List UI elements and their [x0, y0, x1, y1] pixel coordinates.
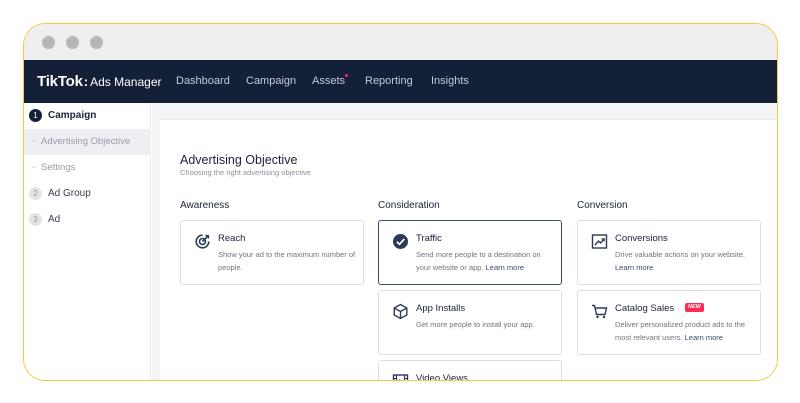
step-number: 2	[29, 187, 42, 200]
step-label: Ad	[48, 214, 61, 225]
window-control-minimize[interactable]	[66, 36, 79, 49]
brand-name: TikTok	[37, 73, 83, 90]
card-description: Get more people to install your app.	[416, 320, 535, 329]
column-heading-conversion: Conversion	[577, 200, 628, 211]
substep-label: Settings	[41, 162, 76, 173]
step-sidebar: 1 Campaign - Advertising Objective - Set…	[24, 103, 151, 380]
app-window: TikTok: Ads Manager Dashboard Campaign As…	[23, 23, 778, 381]
objective-card-reach[interactable]: Reach Show your ad to the maximum number…	[180, 220, 364, 285]
window-control-close[interactable]	[42, 36, 55, 49]
main-content: Advertising Objective Choosing the right…	[152, 103, 777, 381]
step-number: 1	[29, 109, 42, 122]
step-campaign[interactable]: 1 Campaign	[24, 103, 151, 129]
card-title: App Installs	[416, 303, 466, 314]
substep-advertising-objective[interactable]: - Advertising Objective	[24, 129, 151, 155]
panel-top-divider	[160, 115, 777, 120]
step-label: Campaign	[48, 110, 97, 121]
card-description: Drive valuable actions on your website. …	[615, 248, 755, 274]
top-navigation: TikTok: Ads Manager Dashboard Campaign As…	[24, 60, 777, 103]
product-name: Ads Manager	[90, 75, 162, 89]
nav-insights[interactable]: Insights	[431, 75, 469, 87]
step-ad-group[interactable]: 2 Ad Group	[24, 181, 151, 207]
nav-reporting[interactable]: Reporting	[365, 75, 413, 87]
window-titlebar	[24, 24, 777, 60]
brand-logo[interactable]: TikTok: Ads Manager	[37, 73, 161, 91]
card-title: Reach	[218, 233, 246, 244]
cart-icon	[591, 303, 608, 320]
card-title: Video Views	[416, 373, 468, 381]
step-label: Ad Group	[48, 188, 91, 199]
trend-chart-icon	[591, 233, 608, 250]
column-heading-consideration: Consideration	[378, 200, 440, 211]
nav-assets[interactable]: Assets	[312, 75, 345, 87]
cube-icon	[392, 303, 409, 320]
card-title: Catalog Sales	[615, 303, 675, 314]
objective-panel: Advertising Objective Choosing the right…	[160, 115, 777, 381]
learn-more-link[interactable]: Learn more	[486, 263, 524, 272]
nav-campaign[interactable]: Campaign	[246, 75, 296, 87]
learn-more-link[interactable]: Learn more	[615, 263, 653, 272]
substep-settings[interactable]: - Settings	[24, 155, 151, 181]
objective-card-app-installs[interactable]: App Installs Get more people to install …	[378, 290, 562, 355]
brand-separator: :	[83, 74, 89, 89]
assets-notification-dot	[345, 74, 348, 77]
card-description: Deliver personalized product ads to the …	[615, 318, 755, 344]
learn-more-link[interactable]: Learn more	[685, 333, 723, 342]
card-description: Show your ad to the maximum number of pe…	[218, 250, 356, 272]
target-icon	[194, 233, 211, 250]
film-icon	[392, 373, 409, 380]
page-subtitle: Choosing the right advertising objective	[180, 168, 311, 177]
card-description-text: Drive valuable actions on your website.	[615, 250, 746, 259]
page-title: Advertising Objective	[180, 153, 298, 167]
objective-card-traffic[interactable]: Traffic Send more people to a destinatio…	[378, 220, 562, 285]
objective-card-catalog-sales[interactable]: Catalog Sales NEW Deliver personalized p…	[577, 290, 761, 355]
substep-bullet: -	[32, 162, 36, 173]
card-title: Conversions	[615, 233, 668, 244]
objective-card-conversions[interactable]: Conversions Drive valuable actions on yo…	[577, 220, 761, 285]
card-description-text: Deliver personalized product ads to the …	[615, 320, 746, 342]
objective-card-video-views[interactable]: Video Views	[378, 360, 562, 381]
column-heading-awareness: Awareness	[180, 200, 230, 211]
step-number: 3	[29, 213, 42, 226]
card-title: Traffic	[416, 233, 442, 244]
card-description: Send more people to a destination on you…	[416, 248, 556, 274]
check-circle-icon	[392, 233, 409, 250]
substep-bullet: -	[32, 136, 36, 147]
window-control-maximize[interactable]	[90, 36, 103, 49]
step-ad[interactable]: 3 Ad	[24, 207, 151, 233]
nav-dashboard[interactable]: Dashboard	[176, 75, 230, 87]
substep-label: Advertising Objective	[41, 136, 131, 147]
new-badge: NEW	[685, 303, 704, 312]
